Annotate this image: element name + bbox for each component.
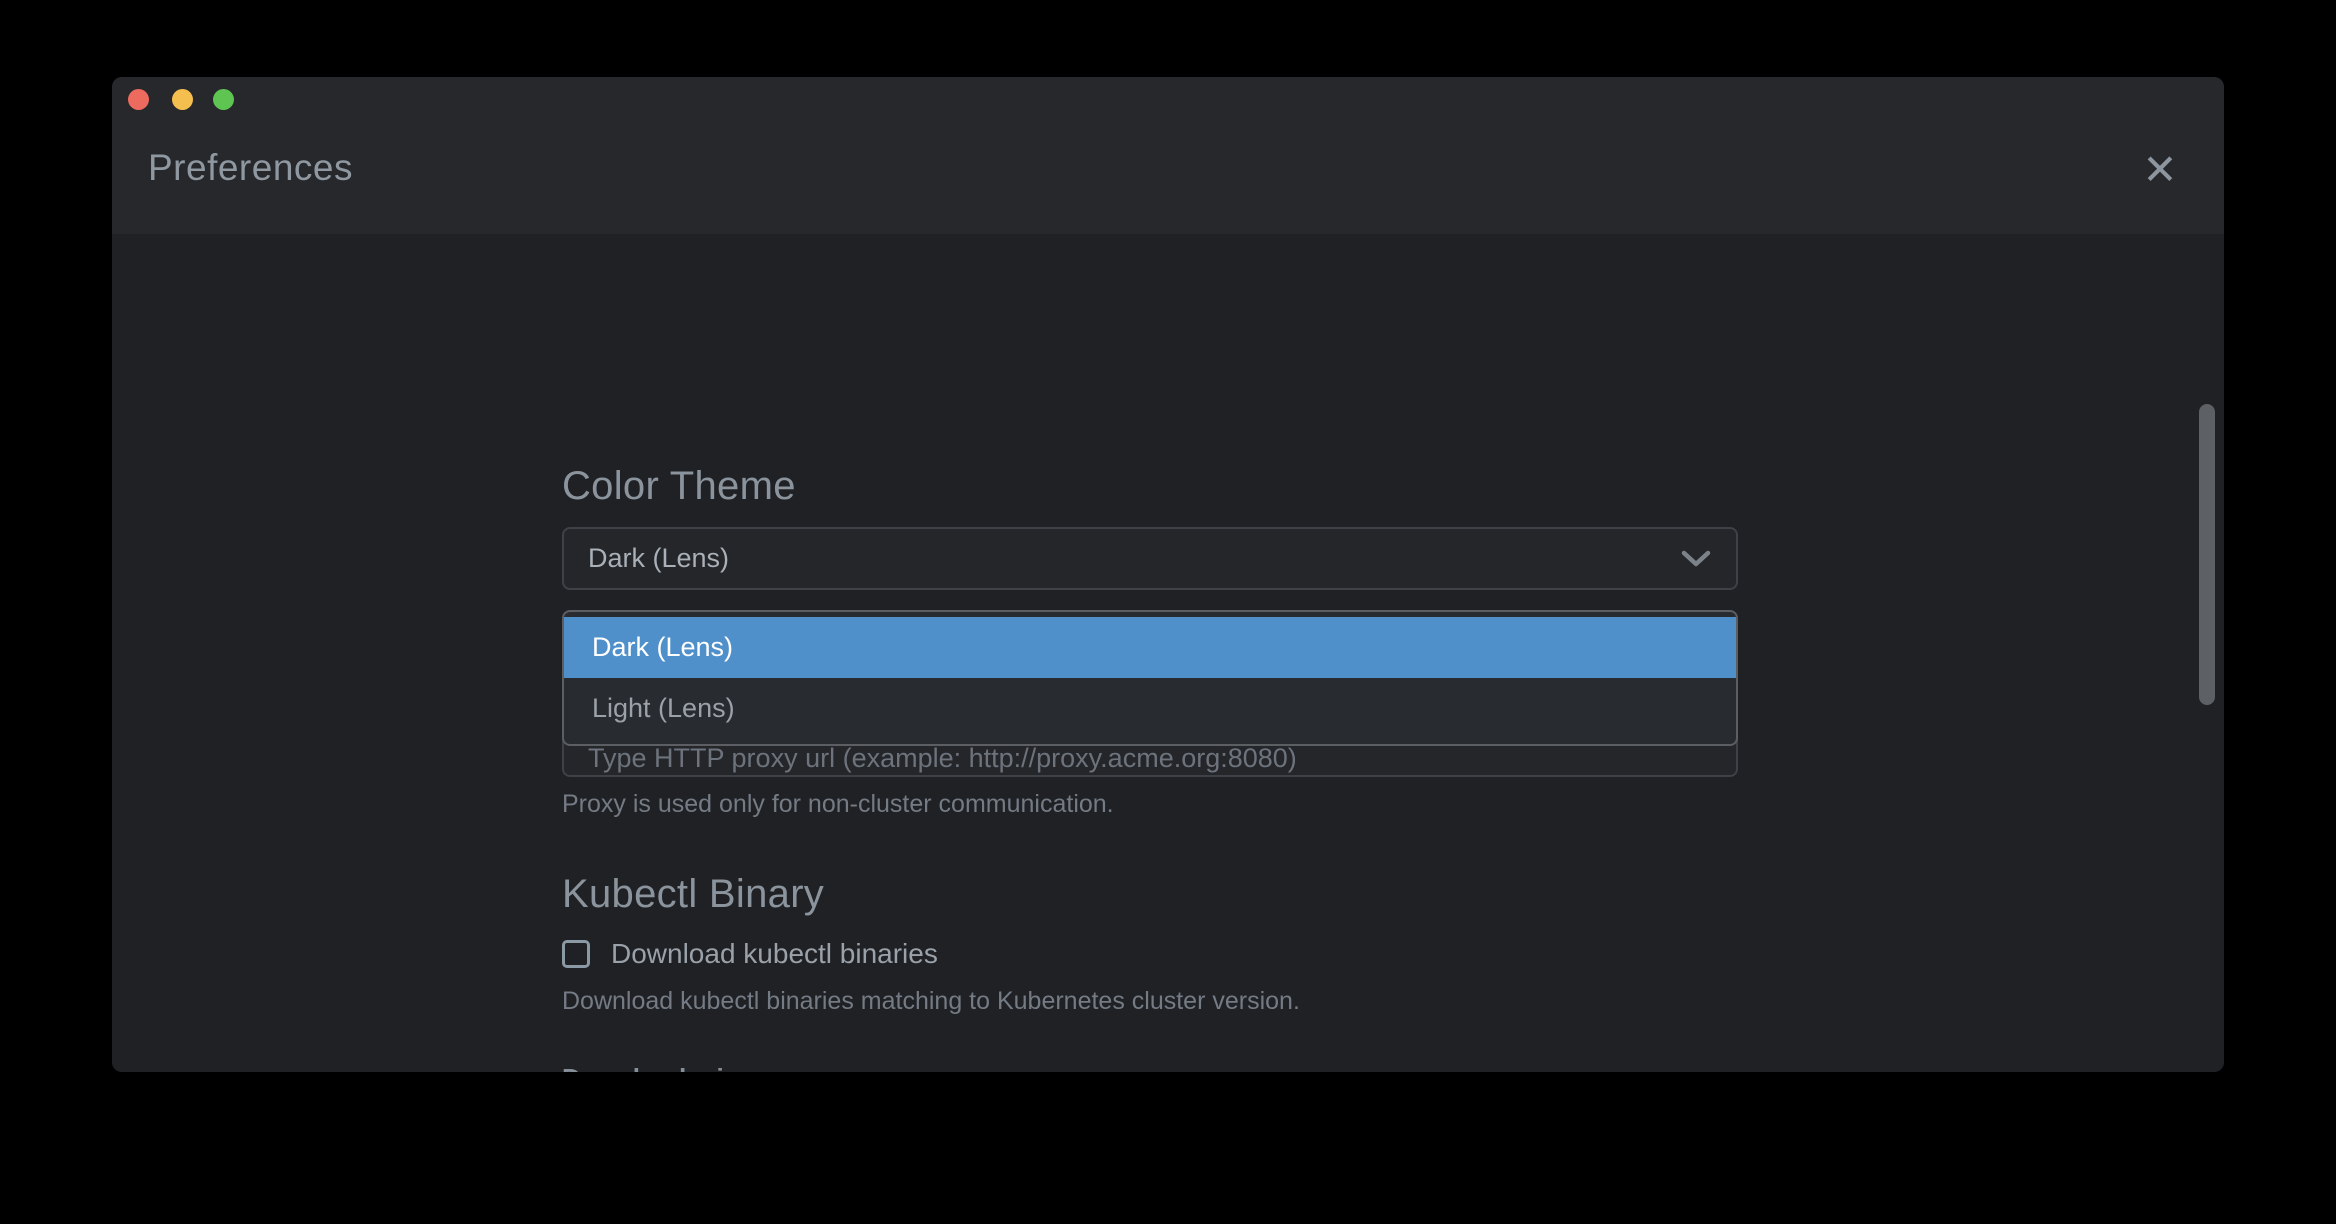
dropdown-option-dark-lens[interactable]: Dark (Lens) — [564, 617, 1736, 678]
color-theme-select[interactable]: Dark (Lens) — [562, 527, 1738, 590]
http-proxy-note: Proxy is used only for non-cluster commu… — [562, 790, 1114, 819]
download-mirror-label: Download mirror — [562, 1063, 770, 1072]
kubectl-heading: Kubectl Binary — [562, 872, 824, 917]
dropdown-option-light-lens[interactable]: Light (Lens) — [564, 678, 1736, 739]
download-kubectl-checkbox-row[interactable]: Download kubectl binaries — [562, 938, 938, 970]
color-theme-heading: Color Theme — [562, 464, 796, 509]
preferences-content: Color Theme Dark (Lens) Dark (Lens) Ligh… — [112, 234, 2224, 1072]
chevron-down-icon — [1680, 549, 1712, 569]
scrollbar-thumb[interactable] — [2199, 404, 2215, 705]
checkbox-unchecked-icon[interactable] — [562, 940, 590, 968]
preferences-window: Preferences ✕ Color Theme Dark (Lens) Da… — [112, 77, 2224, 1072]
titlebar: Preferences ✕ — [112, 77, 2224, 234]
page-title: Preferences — [148, 147, 353, 189]
color-theme-dropdown-menu: Dark (Lens) Light (Lens) — [562, 610, 1738, 746]
traffic-light-minimize-icon[interactable] — [172, 89, 193, 110]
close-icon: ✕ — [2142, 145, 2177, 194]
traffic-light-close-icon[interactable] — [128, 89, 149, 110]
dropdown-option-label: Light (Lens) — [592, 693, 735, 724]
kubectl-note: Download kubectl binaries matching to Ku… — [562, 987, 1300, 1016]
traffic-light-zoom-icon[interactable] — [213, 89, 234, 110]
download-kubectl-checkbox-label: Download kubectl binaries — [611, 938, 938, 970]
color-theme-select-value: Dark (Lens) — [588, 543, 1680, 574]
close-button[interactable]: ✕ — [2134, 143, 2186, 195]
dropdown-option-label: Dark (Lens) — [592, 632, 733, 663]
